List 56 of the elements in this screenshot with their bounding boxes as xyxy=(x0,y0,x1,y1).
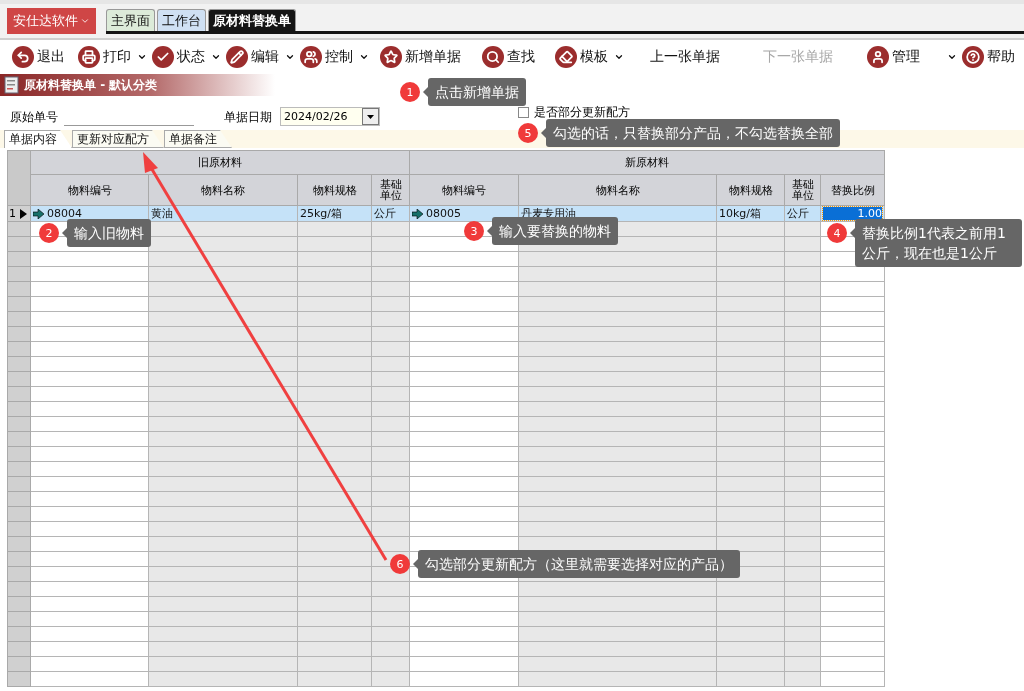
step-number-badge: 5 xyxy=(518,123,538,143)
column-header: 物料编号 xyxy=(30,174,149,206)
document-tab[interactable]: 更新对应配方 xyxy=(72,130,164,148)
toolbar-icon xyxy=(300,46,322,68)
current-row-icon xyxy=(19,209,27,219)
callout-tooltip: 输入旧物料 xyxy=(62,219,151,247)
callout-tooltip: 替换比例1代表之前用1公斤，现在也是1公斤 xyxy=(850,219,1022,267)
step-number-badge: 1 xyxy=(400,82,420,102)
checkbox[interactable] xyxy=(518,107,529,118)
column-header: 替换比例 xyxy=(820,174,885,206)
column-header: 物料编号 xyxy=(409,174,519,206)
toolbar-button[interactable]: 查找 xyxy=(482,46,555,68)
app-menu-button[interactable]: 安仕达软件 xyxy=(7,8,96,34)
toolbar-icon xyxy=(482,46,504,68)
toolbar-icon xyxy=(962,46,984,68)
document-tab[interactable]: 单据内容 xyxy=(4,130,72,148)
toolbar-button[interactable]: 管理 xyxy=(867,46,962,68)
field-label: 原始单号 xyxy=(10,109,58,126)
dropdown-button[interactable] xyxy=(362,108,379,125)
callout-tooltip: 勾选的话，只替换部分产品，不勾选替换全部 xyxy=(541,119,840,147)
window-tab[interactable]: 工作台 xyxy=(157,9,206,31)
toolbar-icon xyxy=(380,46,402,68)
toolbar-icon xyxy=(12,46,34,68)
window-tab[interactable]: 原材料替换单 xyxy=(208,9,296,31)
callout-tooltip: 点击新增单据 xyxy=(423,78,526,106)
caret-icon xyxy=(80,16,90,26)
column-header: 物料名称 xyxy=(148,174,298,206)
checkbox-label: 是否部分更新配方 xyxy=(534,104,630,121)
toolbar-button[interactable]: 控制 xyxy=(300,46,380,68)
column-header: 物料规格 xyxy=(297,174,372,206)
column-header: 物料名称 xyxy=(518,174,717,206)
caret-icon xyxy=(367,114,374,119)
toolbar-button[interactable]: 帮助 xyxy=(962,46,1022,68)
column-header: 物料规格 xyxy=(716,174,785,206)
column-group-header: 新原材料 xyxy=(409,150,885,175)
toolbar-icon xyxy=(867,46,889,68)
toolbar-button[interactable]: 上一张单据 xyxy=(650,48,763,66)
date-field[interactable]: 2024/02/26 xyxy=(280,107,380,126)
callout-tooltip: 勾选部分更新配方（这里就需要选择对应的产品） xyxy=(413,550,740,578)
column-group-header: 旧原材料 xyxy=(30,150,410,175)
toolbar-button[interactable]: 打印 xyxy=(78,46,152,68)
field-label: 单据日期 xyxy=(224,109,272,126)
toolbar-button[interactable]: 状态 xyxy=(152,46,226,68)
form-title: 原材料替换单 - 默认分类 xyxy=(24,76,158,94)
toolbar-button[interactable]: 模板 xyxy=(555,46,650,68)
callout-tooltip: 输入要替换的物料 xyxy=(487,217,618,245)
toolbar-icon xyxy=(555,46,577,68)
toolbar-button[interactable]: 退出 xyxy=(12,46,78,68)
window-tab[interactable]: 主界面 xyxy=(106,9,155,31)
toolbar-icon xyxy=(226,46,248,68)
toolbar-icon xyxy=(78,46,100,68)
toolbar-button[interactable]: 新增单据 xyxy=(380,46,482,68)
document-icon xyxy=(4,76,20,94)
toolbar-button[interactable]: 编辑 xyxy=(226,46,300,68)
document-tab[interactable]: 单据备注 xyxy=(164,130,232,148)
toolbar-icon xyxy=(152,46,174,68)
